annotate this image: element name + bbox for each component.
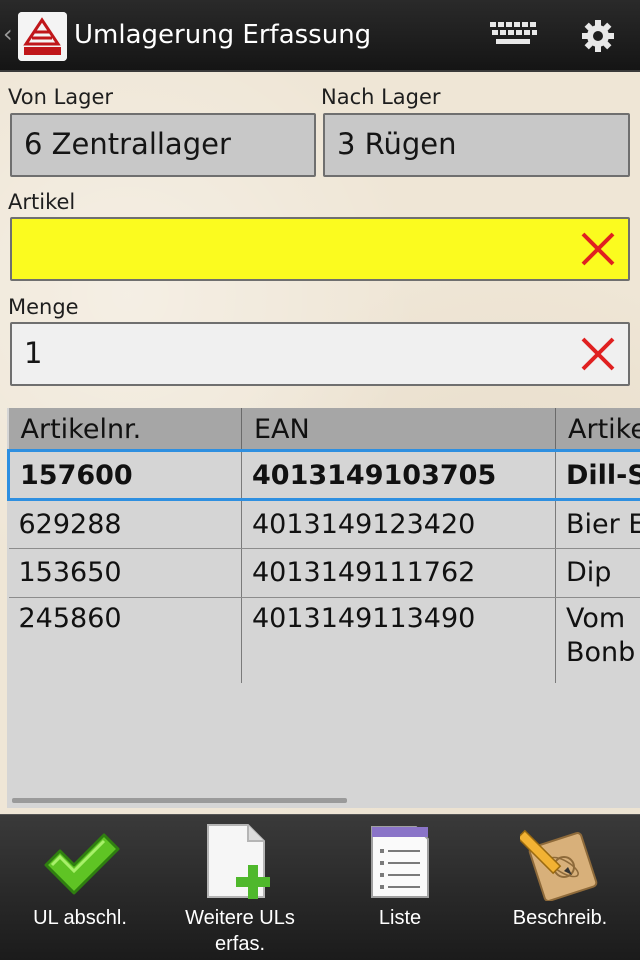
table-header: Artikelnr. EAN Artike	[8, 408, 640, 450]
notebook-pencil-icon	[520, 829, 598, 901]
table-row[interactable]: 153650 4013149111762 Dip	[8, 548, 640, 598]
nach-lager-label: Nach Lager	[321, 85, 441, 109]
article-table[interactable]: Artikelnr. EAN Artike 157600 40131491037…	[7, 408, 640, 808]
app-title: Umlagerung Erfassung	[74, 20, 372, 50]
menge-label: Menge	[8, 295, 79, 319]
cell-artikel-line2: Bonb	[566, 636, 636, 668]
action-bar: ‹ Umlagerung Erfassung	[0, 0, 640, 72]
column-header-artikelnr[interactable]: Artikelnr.	[8, 408, 242, 450]
cell-artikelnr: 153650	[8, 548, 242, 598]
cell-artikelnr: 629288	[8, 499, 242, 549]
artikel-label: Artikel	[8, 190, 76, 214]
artikel-field[interactable]	[10, 217, 630, 281]
cell-artikelnr: 157600	[7, 448, 242, 501]
keyboard-icon	[490, 22, 537, 44]
cell-artikel: Bier E	[555, 499, 640, 549]
cell-ean: 4013149103705	[241, 448, 556, 501]
cell-artikel: Dip	[555, 548, 640, 598]
table-row[interactable]: 629288 4013149123420 Bier E	[8, 499, 640, 549]
liste-button[interactable]: Liste	[320, 815, 480, 960]
weitere-uls-label: Weitere ULs erfas.	[185, 907, 295, 955]
von-lager-field[interactable]: 6 Zentrallager	[10, 113, 316, 177]
cell-ean: 4013149123420	[241, 499, 556, 549]
cell-artikel-line1: Vom	[566, 602, 626, 634]
menge-field[interactable]: 1	[10, 322, 630, 386]
settings-button[interactable]	[571, 16, 627, 56]
gear-icon	[582, 20, 614, 52]
clear-menge-icon[interactable]	[578, 334, 618, 374]
column-header-ean[interactable]: EAN	[241, 408, 556, 450]
column-header-artikel[interactable]: Artike	[555, 408, 640, 450]
horizontal-scrollbar[interactable]	[12, 798, 347, 803]
clear-artikel-icon[interactable]	[578, 229, 618, 269]
beschreibung-label: Beschreib.	[512, 907, 608, 929]
cell-ean: 4013149111762	[241, 548, 556, 598]
bottom-action-bar: UL abschl. Weitere ULs erfas. Liste Besc…	[0, 814, 640, 960]
list-document-icon	[371, 826, 429, 898]
ul-abschliessen-button[interactable]: UL abschl.	[0, 815, 160, 960]
menge-value[interactable]: 1	[24, 336, 42, 370]
cell-artikel: Dill-S	[555, 448, 640, 501]
weitere-uls-button[interactable]: Weitere ULs erfas.	[160, 815, 320, 960]
keyboard-button[interactable]	[486, 16, 542, 56]
new-document-plus-icon	[207, 824, 270, 899]
up-chevron-icon[interactable]: ‹	[3, 20, 13, 48]
beschreibung-button[interactable]: Beschreib.	[480, 815, 640, 960]
app-logo[interactable]	[18, 12, 67, 61]
cell-artikel: Vom Bonb	[555, 597, 640, 683]
cell-ean: 4013149113490	[241, 597, 556, 683]
table-row[interactable]: 245860 4013149113490 Vom Bonb	[8, 597, 640, 683]
nach-lager-field[interactable]: 3 Rügen	[323, 113, 630, 177]
table-row-selected[interactable]: 157600 4013149103705 Dill-S	[7, 448, 640, 501]
cell-artikelnr: 245860	[8, 597, 242, 683]
checkmark-icon	[44, 833, 120, 895]
ul-abschliessen-label: UL abschl.	[33, 907, 127, 929]
von-lager-label: Von Lager	[8, 85, 114, 109]
liste-label: Liste	[378, 907, 422, 929]
